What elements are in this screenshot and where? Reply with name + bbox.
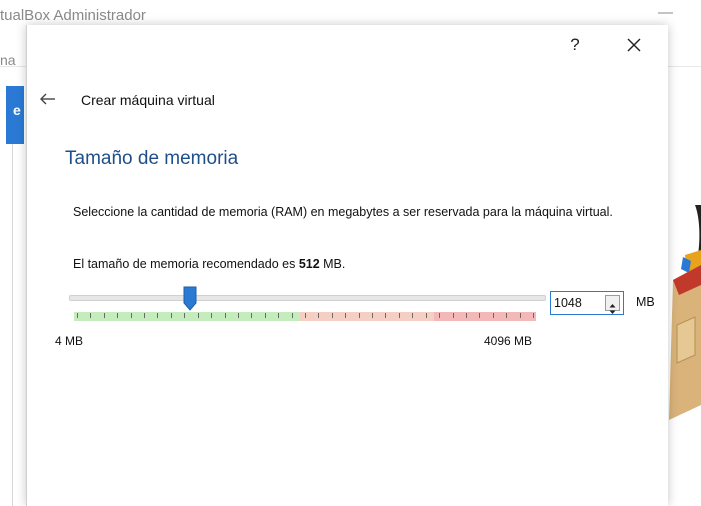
scale-tick [466,313,467,318]
scale-tick [157,313,158,318]
scale-tick [506,313,507,318]
scale-tick [426,313,427,318]
close-icon [627,38,641,52]
page-title: Tamaño de memoria [65,148,239,169]
scale-tick [359,313,360,318]
spin-up-button[interactable] [606,296,619,308]
arrow-left-icon [40,93,55,105]
scale-tick [479,313,480,318]
scale-tick [292,313,293,318]
memory-max-label: 4096 MB [484,334,533,348]
help-button[interactable]: ? [567,35,583,55]
scale-tick [144,313,145,318]
scale-tick [251,313,252,318]
scale-tick [171,313,172,318]
scale-tick [318,313,319,318]
back-button[interactable] [39,91,57,107]
scale-tick [265,313,266,318]
scale-tick [211,313,212,318]
scale-tick [332,313,333,318]
scale-tick [372,313,373,318]
scale-tick [520,313,521,318]
scale-tick [104,313,105,318]
scale-tick [278,313,279,318]
recommended-value: 512 [298,257,320,271]
scale-tick [399,313,400,318]
memory-input[interactable] [554,294,600,312]
scale-tick [198,313,199,318]
sidebar-selected-item[interactable]: e [6,86,24,144]
memory-scale-ticks [74,312,536,321]
virtualbox-logo-icon [669,205,701,420]
memory-description: Seleccione la cantidad de memoria (RAM) … [73,205,613,219]
slider-thumb-icon [183,286,197,311]
sidebar-item-fragment: e [13,102,21,118]
scale-tick [77,313,78,318]
triangle-down-icon [609,310,616,314]
memory-min-label: 4 MB [55,334,84,348]
recommended-prefix: El tamaño de memoria recomendado es [73,257,299,271]
scale-tick [305,313,306,318]
scale-tick [184,313,185,318]
scale-tick [345,313,346,318]
scale-tick [225,313,226,318]
memory-spinbox[interactable] [550,291,624,315]
scale-tick [453,313,454,318]
scale-tick [131,313,132,318]
scale-tick [533,313,534,318]
memory-slider-track[interactable] [69,295,546,301]
scale-tick [238,313,239,318]
recommended-suffix: MB. [319,257,346,271]
scale-tick [412,313,413,318]
scale-tick [90,313,91,318]
memory-unit-label: MB [636,295,655,309]
spin-buttons [605,295,620,314]
wizard-header-title: Crear máquina virtual [81,92,215,108]
main-window-title: tualBox Administrador [0,7,146,24]
scale-tick [493,313,494,318]
close-button[interactable] [622,33,646,57]
scale-tick [439,313,440,318]
memory-slider-thumb[interactable] [183,286,197,311]
sidebar-divider [12,144,13,506]
scale-tick [117,313,118,318]
scale-tick [385,313,386,318]
spin-down-button[interactable] [606,303,619,314]
minimize-icon[interactable]: — [658,4,673,21]
create-vm-dialog: ? Crear máquina virtual Tamaño de memori… [26,25,668,506]
recommended-memory-text: El tamaño de memoria recomendado es 512 … [73,257,345,271]
